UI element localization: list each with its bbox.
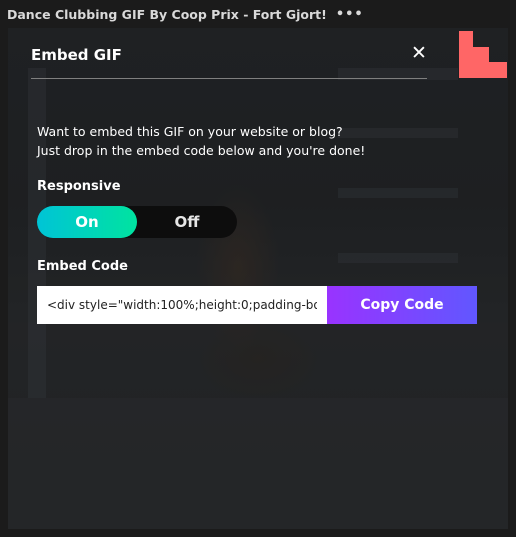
copy-code-button[interactable]: Copy Code: [327, 286, 477, 324]
toggle-off-button[interactable]: Off: [137, 206, 237, 238]
dim-overlay: [8, 28, 508, 529]
toggle-on-button[interactable]: On: [37, 206, 137, 238]
description-line: Just drop in the embed code below and yo…: [37, 143, 366, 158]
more-options-icon[interactable]: •••: [336, 7, 364, 22]
window-titlebar: Dance Clubbing GIF By Coop Prix - Fort G…: [0, 0, 516, 28]
responsive-label: Responsive: [37, 179, 121, 194]
divider: [31, 78, 427, 79]
embed-description: Want to embed this GIF on your website o…: [37, 122, 427, 160]
dialog-title: Embed GIF: [31, 46, 122, 64]
embed-code-field[interactable]: [37, 286, 327, 324]
giphy-logo-icon: [459, 31, 507, 78]
responsive-toggle[interactable]: On Off: [37, 206, 237, 238]
embed-code-label: Embed Code: [37, 259, 128, 274]
gif-preview-background: [8, 28, 508, 529]
description-line: Want to embed this GIF on your website o…: [37, 124, 343, 139]
close-icon[interactable]: ✕: [410, 44, 428, 63]
gif-title: Dance Clubbing GIF By Coop Prix - Fort G…: [7, 6, 327, 22]
